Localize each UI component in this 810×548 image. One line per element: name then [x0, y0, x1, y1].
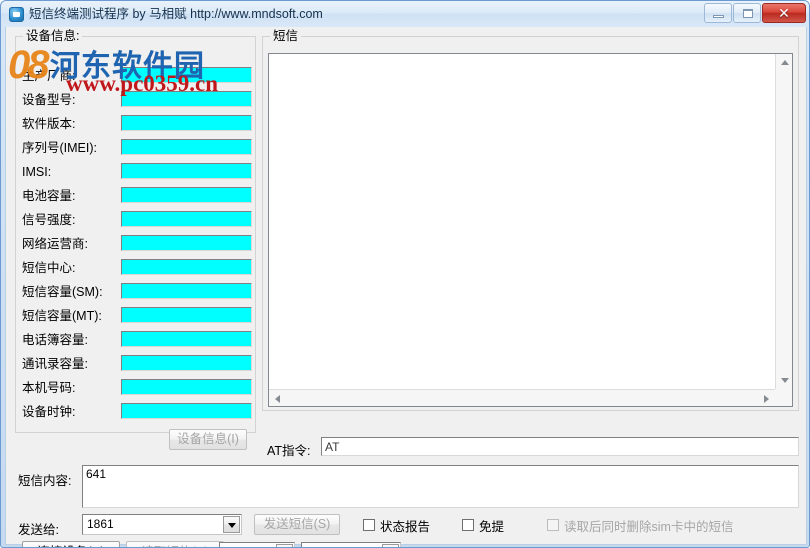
device-field-label: 本机号码: — [22, 381, 76, 395]
send-to-combobox[interactable]: 1861 — [82, 514, 242, 535]
device-field-row: 电话簿容量: — [22, 331, 263, 351]
scrollbar-corner — [775, 389, 792, 406]
device-field-row: IMSI: — [22, 163, 263, 183]
client-area: 设备信息: 生产厂商: 设备型号: 软件版本: 序列号(IMEI): IMSI: 电池容量… — [5, 27, 807, 547]
device-field-input[interactable] — [121, 355, 252, 371]
close-icon: ✕ — [778, 5, 790, 21]
device-field-input[interactable] — [121, 115, 252, 131]
device-field-row: 网络运营商: — [22, 235, 263, 255]
handsfree-checkbox[interactable]: 免提 — [462, 517, 505, 534]
device-field-input[interactable] — [121, 91, 252, 107]
send-to-value: 1861 — [87, 517, 114, 531]
send-to-label: 发送给: — [18, 523, 59, 537]
device-field-row: 生产厂商: — [22, 67, 263, 87]
device-field-label: 设备型号: — [22, 93, 76, 107]
status-report-label: 状态报告 — [380, 519, 431, 534]
device-field-input[interactable] — [121, 403, 252, 419]
scroll-up-icon[interactable] — [781, 60, 789, 65]
device-field-input[interactable] — [121, 139, 252, 155]
at-command-row: AT指令: AT — [262, 437, 799, 459]
device-field-label: 电池容量: — [22, 189, 76, 203]
device-field-input[interactable] — [121, 259, 252, 275]
device-field-label: 软件版本: — [22, 117, 76, 131]
device-field-label: 信号强度: — [22, 213, 76, 227]
sms-message-area[interactable] — [268, 53, 793, 407]
scroll-right-icon[interactable] — [764, 395, 769, 403]
device-field-input[interactable] — [121, 211, 252, 227]
device-field-input[interactable] — [121, 307, 252, 323]
device-field-row: 设备时钟: — [22, 403, 263, 423]
device-field-row: 电池容量: — [22, 187, 263, 207]
device-field-row: 信号强度: — [22, 211, 263, 231]
device-field-row: 通讯录容量: — [22, 355, 263, 375]
delete-after-read-checkbox[interactable]: 读取后同时删除sim卡中的短信 — [547, 517, 734, 534]
device-field-input[interactable] — [121, 235, 252, 251]
chevron-down-icon[interactable] — [276, 544, 293, 547]
device-field-input[interactable] — [121, 283, 252, 299]
device-info-group-title: 设备信息: — [23, 29, 83, 43]
device-field-input[interactable] — [121, 187, 252, 203]
handsfree-label: 免提 — [479, 519, 505, 534]
device-field-row: 设备型号: — [22, 91, 263, 111]
maximize-button[interactable] — [733, 3, 761, 23]
device-field-row: 短信容量(MT): — [22, 307, 263, 327]
minimize-button[interactable] — [704, 3, 732, 23]
at-command-label: AT指令: — [267, 444, 311, 458]
chevron-down-icon[interactable] — [223, 516, 240, 533]
device-field-label: 序列号(IMEI): — [22, 141, 97, 155]
device-field-input[interactable] — [121, 163, 252, 179]
device-field-input[interactable] — [121, 67, 252, 83]
baud-rate-combobox[interactable]: 9600 — [301, 542, 401, 547]
device-field-label: 短信容量(SM): — [22, 285, 103, 299]
close-button[interactable]: ✕ — [762, 3, 806, 23]
checkbox-icon[interactable] — [363, 519, 375, 531]
device-field-input[interactable] — [121, 379, 252, 395]
title-bar[interactable]: 短信终端测试程序 by 马相赋 http://www.mndsoft.com ✕ — [1, 1, 809, 27]
device-field-label: 通讯录容量: — [22, 357, 88, 371]
status-report-checkbox[interactable]: 状态报告 — [363, 517, 431, 534]
device-field-input[interactable] — [121, 331, 252, 347]
device-field-row: 短信容量(SM): — [22, 283, 263, 303]
at-command-input[interactable]: AT — [321, 437, 799, 456]
device-field-label: 电话簿容量: — [22, 333, 88, 347]
application-window: 短信终端测试程序 by 马相赋 http://www.mndsoft.com ✕… — [0, 0, 810, 548]
checkbox-icon[interactable] — [547, 519, 559, 531]
read-sms-button[interactable]: 读取短信(R) — [126, 541, 224, 547]
sms-vertical-scrollbar[interactable] — [775, 54, 792, 389]
chevron-down-icon[interactable] — [382, 544, 399, 547]
device-field-row: 软件版本: — [22, 115, 263, 135]
device-field-row: 序列号(IMEI): — [22, 139, 263, 159]
device-field-label: 生产厂商: — [22, 69, 76, 83]
device-field-row: 本机号码: — [22, 379, 263, 399]
device-field-label: 设备时钟: — [22, 405, 76, 419]
com-port-combobox[interactable]: COM1 — [219, 542, 295, 547]
sms-content-label: 短信内容: — [18, 474, 72, 488]
device-field-label: IMSI: — [22, 165, 52, 179]
checkbox-icon[interactable] — [462, 519, 474, 531]
sms-group-title: 短信 — [270, 29, 302, 43]
sms-horizontal-scrollbar[interactable] — [269, 389, 775, 406]
sms-content-input[interactable]: 641 — [82, 465, 799, 508]
scroll-left-icon[interactable] — [275, 395, 280, 403]
app-icon — [9, 7, 24, 22]
send-sms-button[interactable]: 发送短信(S) — [254, 514, 340, 535]
device-field-label: 短信容量(MT): — [22, 309, 102, 323]
device-field-row: 短信中心: — [22, 259, 263, 279]
device-field-label: 网络运营商: — [22, 237, 88, 251]
scroll-down-icon[interactable] — [781, 378, 789, 383]
window-title: 短信终端测试程序 by 马相赋 http://www.mndsoft.com — [29, 7, 323, 21]
device-field-label: 短信中心: — [22, 261, 76, 275]
device-info-button[interactable]: 设备信息(I) — [169, 429, 247, 450]
connect-device-button[interactable]: 连接设备(C) — [22, 541, 120, 547]
delete-after-read-label: 读取后同时删除sim卡中的短信 — [564, 519, 734, 534]
